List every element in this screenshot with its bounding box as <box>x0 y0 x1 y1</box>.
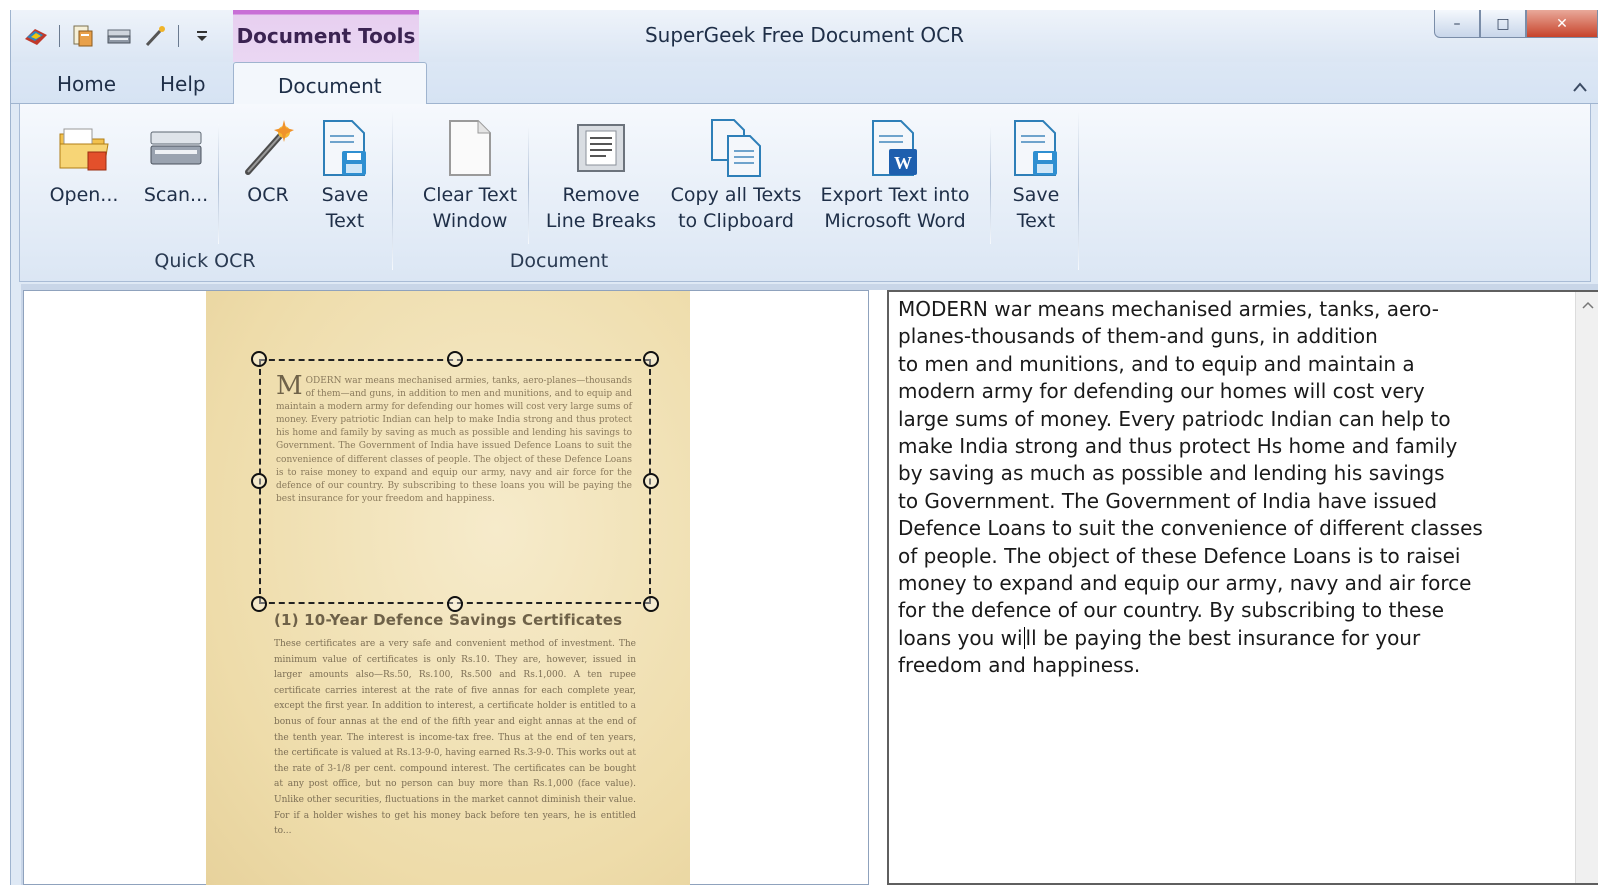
magic-wand-icon <box>238 118 298 178</box>
selection-handle-left[interactable] <box>251 473 267 489</box>
group-quick-ocr: Open... Scan... OCR Save Text Quick OCR <box>20 104 390 280</box>
scroll-up-arrow-icon[interactable] <box>1576 298 1598 312</box>
selection-handle-top-left[interactable] <box>251 351 267 367</box>
remove-line-breaks-label: Remove Line Breaks <box>545 184 657 232</box>
scanned-heading: (1) 10-Year Defence Savings Certificates <box>274 611 623 629</box>
save-text-label: Save Text <box>321 184 369 232</box>
ribbon-tab-row: Home Help Document <box>11 62 1598 105</box>
group-separator <box>218 124 219 244</box>
ocr-label: OCR <box>247 184 289 206</box>
export-to-word-label: Export Text into Microsoft Word <box>820 184 970 232</box>
scan-button[interactable]: Scan... <box>128 118 224 208</box>
copy-to-clipboard-button[interactable]: Copy all Texts to Clipboard <box>666 118 806 234</box>
group-document: Clear Text Window Remove Line Breaks Cop… <box>394 104 1074 280</box>
collapse-ribbon-icon[interactable] <box>1572 78 1588 97</box>
maximize-button[interactable]: □ <box>1480 10 1526 38</box>
copy-pages-icon <box>706 118 766 178</box>
selection-handle-bottom-right[interactable] <box>643 596 659 612</box>
group-separator <box>1078 110 1079 270</box>
ocr-selection-box[interactable] <box>259 359 651 604</box>
selection-handle-top-right[interactable] <box>643 351 659 367</box>
window-controls: – □ ✕ <box>1434 10 1598 38</box>
selection-handle-bottom-left[interactable] <box>251 596 267 612</box>
selection-handle-right[interactable] <box>643 473 659 489</box>
group-label-document: Document <box>509 250 609 272</box>
tab-help[interactable]: Help <box>160 72 206 96</box>
save-text-icon <box>315 118 375 178</box>
title-bar: Document Tools SuperGeek Free Document O… <box>11 10 1598 62</box>
word-document-icon: W <box>865 118 925 178</box>
tab-home[interactable]: Home <box>57 72 116 96</box>
selection-handle-top[interactable] <box>447 351 463 367</box>
minimize-button[interactable]: – <box>1434 10 1480 38</box>
group-separator <box>990 124 991 244</box>
open-button[interactable]: Open... <box>34 118 134 208</box>
save-text-button[interactable]: Save Text <box>310 118 380 234</box>
svg-text:W: W <box>894 153 912 173</box>
tab-document[interactable]: Document <box>233 62 427 105</box>
ocr-result-text[interactable]: MODERN war means mechanised armies, tank… <box>898 296 1548 680</box>
ocr-button[interactable]: OCR <box>224 118 312 208</box>
clear-text-window-button[interactable]: Clear Text Window <box>408 118 532 234</box>
vertical-scrollbar[interactable] <box>1575 292 1598 883</box>
pane-splitter[interactable] <box>869 290 887 885</box>
scanner-icon <box>146 118 206 178</box>
window-title: SuperGeek Free Document OCR <box>644 23 964 47</box>
ocr-text-window[interactable]: MODERN war means mechanised armies, tank… <box>887 290 1598 885</box>
text-caret <box>1023 626 1025 649</box>
clear-text-window-label: Clear Text Window <box>422 184 518 232</box>
scan-label: Scan... <box>143 184 209 206</box>
open-folder-icon <box>54 118 114 178</box>
save-text-button-2[interactable]: Save Text <box>996 118 1076 234</box>
export-to-word-button[interactable]: W Export Text into Microsoft Word <box>808 118 982 234</box>
open-label: Open... <box>49 184 119 206</box>
save-text-label-2: Save Text <box>1012 184 1060 232</box>
scanned-paragraph-2: These certificates are a very safe and c… <box>274 639 636 837</box>
ocr-text-before-caret: MODERN war means mechanised armies, tank… <box>898 297 1483 650</box>
blank-page-icon <box>440 118 500 178</box>
group-label-quick-ocr: Quick OCR <box>154 250 256 272</box>
image-preview-pane[interactable]: M ODERN war means mechanised armies, tank… <box>23 290 869 885</box>
ribbon: Open... Scan... OCR Save Text Quick OCR … <box>19 104 1591 282</box>
text-page-icon <box>571 118 631 178</box>
remove-line-breaks-button[interactable]: Remove Line Breaks <box>536 118 666 234</box>
selection-handle-bottom[interactable] <box>447 596 463 612</box>
copy-to-clipboard-label: Copy all Texts to Clipboard <box>670 184 802 232</box>
save-text-icon <box>1006 118 1066 178</box>
workspace: M ODERN war means mechanised armies, tank… <box>21 284 1598 885</box>
group-separator <box>528 124 529 244</box>
group-separator <box>392 110 393 270</box>
app-window: Document Tools SuperGeek Free Document O… <box>10 10 1598 885</box>
close-button[interactable]: ✕ <box>1526 10 1598 38</box>
